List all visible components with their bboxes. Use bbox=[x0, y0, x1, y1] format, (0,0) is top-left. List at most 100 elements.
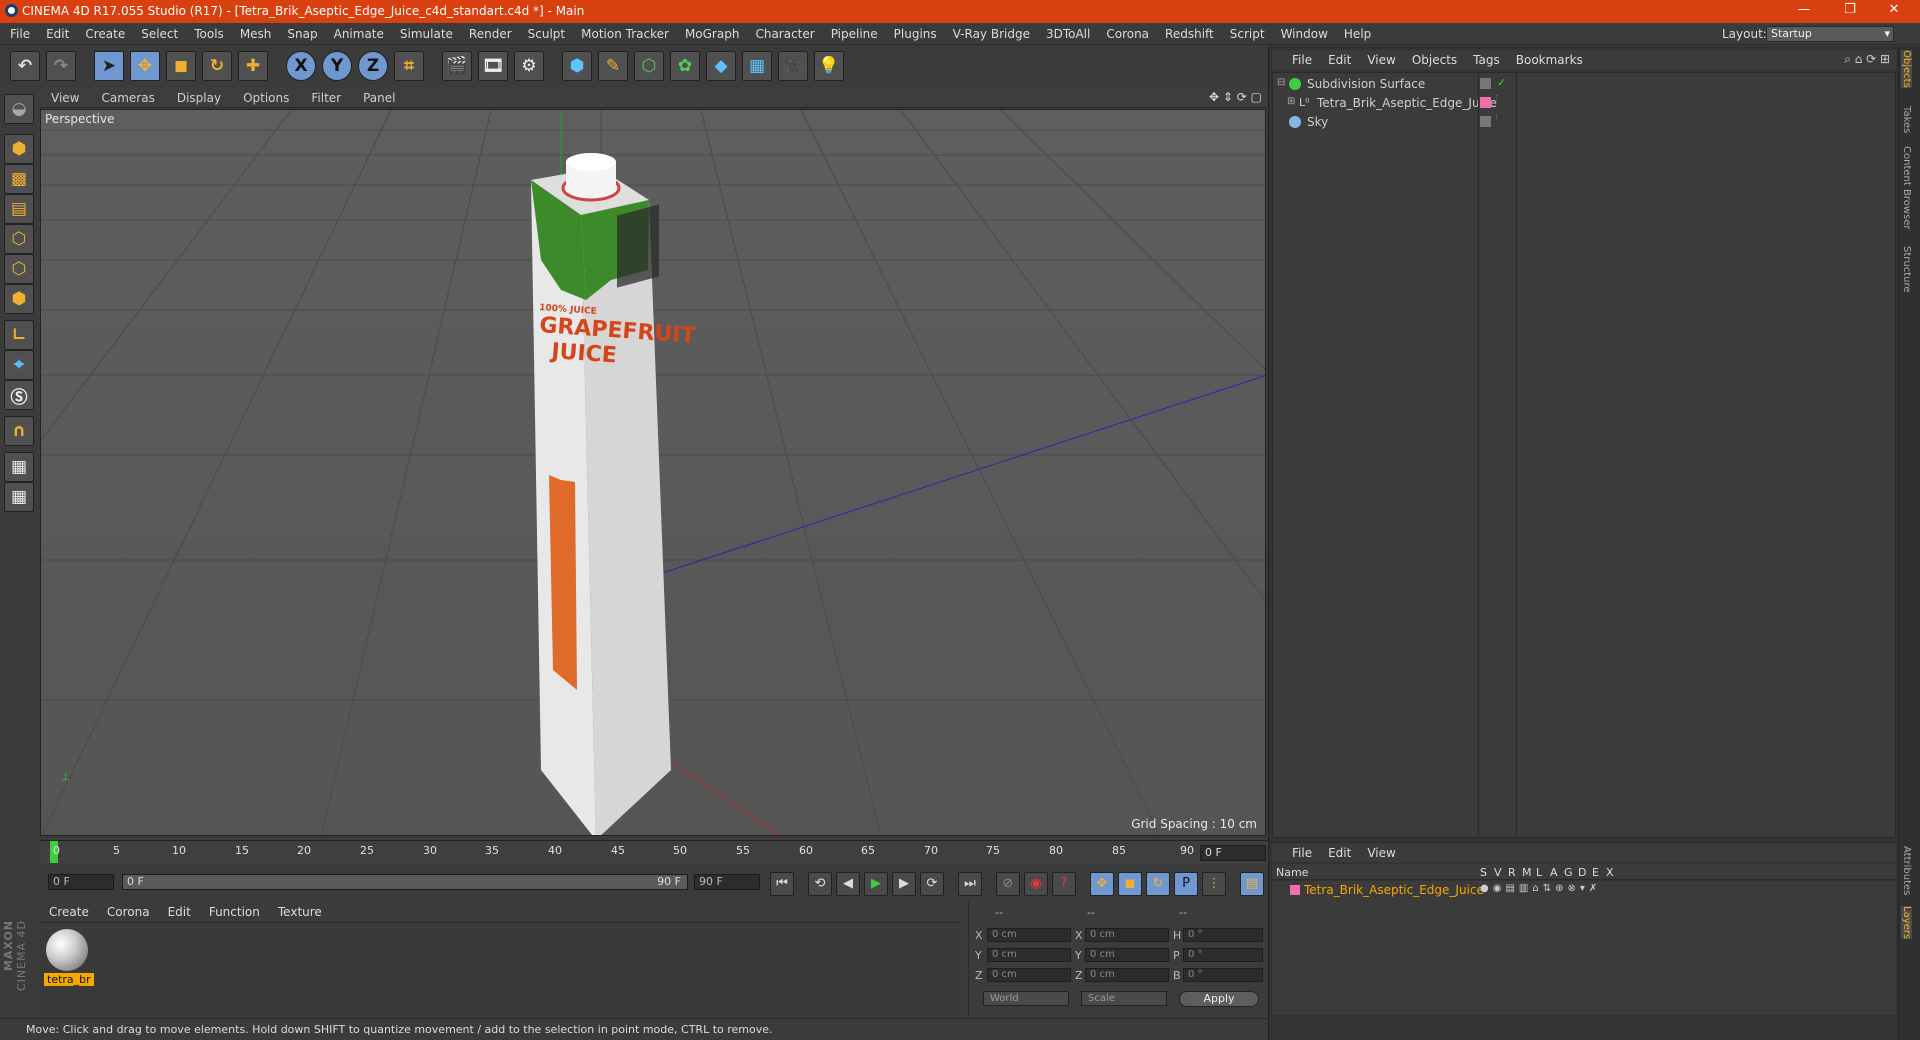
viewport-menu-options[interactable]: Options bbox=[232, 88, 300, 108]
move-tool-button[interactable]: ✥ bbox=[130, 51, 160, 81]
objects-menu-tags[interactable]: Tags bbox=[1465, 50, 1508, 70]
preview-range-slider[interactable]: 0 F 90 F bbox=[122, 874, 688, 890]
object-row[interactable]: ⊞ L⁰ Tetra_Brik_Aseptic_Edge_Juice ⁝ bbox=[1273, 94, 1895, 112]
coordinate-system-button[interactable]: ⌗ bbox=[394, 51, 424, 81]
minimize-button[interactable]: — bbox=[1784, 2, 1824, 17]
menu-script[interactable]: Script bbox=[1222, 23, 1273, 45]
tweak-mode-button[interactable]: ⌖ bbox=[4, 350, 34, 380]
render-picture-viewer-button[interactable]: 🎞 bbox=[478, 51, 508, 81]
close-button[interactable]: ✕ bbox=[1874, 2, 1914, 17]
objects-toolbar-icons[interactable]: ⌕ ⌂ ⟳ ⊞ bbox=[1844, 52, 1890, 67]
perspective-viewport[interactable]: 100% JUICE GRAPEFRUIT JUICE Perspective … bbox=[40, 109, 1266, 836]
next-frame-button[interactable]: ▶ bbox=[892, 872, 916, 896]
redo-button[interactable]: ↷ bbox=[46, 51, 76, 81]
viewport-menu-display[interactable]: Display bbox=[166, 88, 232, 108]
viewport-menu-filter[interactable]: Filter bbox=[300, 88, 352, 108]
collapse-icon[interactable]: ⊟ bbox=[1277, 77, 1285, 88]
camera-object-button[interactable]: 🎥 bbox=[778, 51, 808, 81]
key-scale-button[interactable]: ◼ bbox=[1118, 872, 1142, 896]
rot-p-field[interactable]: 0 ° bbox=[1183, 948, 1263, 962]
menu-select[interactable]: Select bbox=[133, 23, 186, 45]
menu-redshift[interactable]: Redshift bbox=[1157, 23, 1222, 45]
record-keys-button[interactable]: ⊘ bbox=[996, 872, 1020, 896]
key-position-button[interactable]: ✥ bbox=[1090, 872, 1114, 896]
viewport-nav-icons[interactable]: ✥ ⇕ ⟳ ▢ bbox=[1209, 90, 1262, 104]
workplane-mode-button[interactable]: ▤ bbox=[4, 194, 34, 224]
menu-pipeline[interactable]: Pipeline bbox=[823, 23, 886, 45]
menu-create[interactable]: Create bbox=[77, 23, 133, 45]
layer-color-icon[interactable] bbox=[1480, 97, 1491, 108]
world-dropdown[interactable]: World bbox=[983, 991, 1069, 1006]
viewport-menu-cameras[interactable]: Cameras bbox=[90, 88, 165, 108]
layer-col-r[interactable]: R bbox=[1508, 866, 1516, 879]
subdivision-surface-button[interactable]: ⬡ bbox=[634, 51, 664, 81]
layer-col-v[interactable]: V bbox=[1494, 866, 1502, 879]
menu-corona[interactable]: Corona bbox=[1098, 23, 1157, 45]
menu-file[interactable]: File bbox=[2, 23, 38, 45]
points-mode-button[interactable]: ⬡ bbox=[4, 224, 34, 254]
prev-key-button[interactable]: ⟲ bbox=[808, 872, 832, 896]
size-z-field[interactable]: 0 cm bbox=[1085, 968, 1169, 982]
menu-snap[interactable]: Snap bbox=[279, 23, 325, 45]
make-editable-button[interactable]: ◒ bbox=[4, 94, 34, 124]
size-x-field[interactable]: 0 cm bbox=[1085, 928, 1169, 942]
rotate-tool-button[interactable]: ↻ bbox=[202, 51, 232, 81]
material-menu-edit[interactable]: Edit bbox=[159, 901, 200, 923]
timeline-ruler[interactable]: 0 5 10 15 20 25 30 35 40 45 50 55 60 65 … bbox=[40, 840, 1268, 864]
layer-col-s[interactable]: S bbox=[1480, 866, 1487, 879]
objects-menu-edit[interactable]: Edit bbox=[1320, 50, 1359, 70]
y-axis-button[interactable]: Y bbox=[322, 51, 352, 81]
snap-button[interactable]: Ⓢ bbox=[4, 380, 34, 410]
cube-object-button[interactable]: ⬢ bbox=[562, 51, 592, 81]
enabled-check-icon[interactable]: ✓ bbox=[1497, 76, 1506, 89]
object-row[interactable]: ⊟ Subdivision Surface ✓ bbox=[1273, 75, 1895, 93]
render-settings-button[interactable]: ⚙ bbox=[514, 51, 544, 81]
column-divider[interactable] bbox=[1516, 72, 1517, 838]
material-name[interactable]: tetra_br bbox=[44, 973, 94, 986]
layers-menu-edit[interactable]: Edit bbox=[1320, 843, 1359, 863]
tab-structure[interactable]: Structure bbox=[1901, 246, 1912, 293]
menu-edit[interactable]: Edit bbox=[38, 23, 77, 45]
menu-render[interactable]: Render bbox=[461, 23, 520, 45]
layer-col-a[interactable]: A bbox=[1550, 866, 1558, 879]
object-name[interactable]: Sky bbox=[1307, 115, 1328, 129]
pos-y-field[interactable]: 0 cm bbox=[987, 948, 1071, 962]
scale-tool-button[interactable]: ◼ bbox=[166, 51, 196, 81]
key-point-level-button[interactable]: ⋮ bbox=[1202, 872, 1226, 896]
axis-mode-button[interactable]: ∟ bbox=[4, 320, 34, 350]
menu-3dtoall[interactable]: 3DToAll bbox=[1038, 23, 1098, 45]
z-axis-button[interactable]: Z bbox=[358, 51, 388, 81]
deformer-button[interactable]: ◆ bbox=[706, 51, 736, 81]
model-mode-button[interactable]: ⬢ bbox=[4, 134, 34, 164]
start-frame-field[interactable]: 0 F bbox=[48, 874, 114, 890]
apply-button[interactable]: Apply bbox=[1179, 991, 1259, 1007]
layer-color-swatch[interactable] bbox=[1290, 885, 1300, 895]
layer-row[interactable]: Tetra_Brik_Aseptic_Edge_Juice ●◉▤▥⌂⇅⊕⊗▾✗ bbox=[1272, 881, 1896, 899]
menu-tools[interactable]: Tools bbox=[186, 23, 232, 45]
layer-name[interactable]: Tetra_Brik_Aseptic_Edge_Juice bbox=[1304, 883, 1484, 897]
tab-objects[interactable]: Objects bbox=[1901, 50, 1912, 88]
object-name[interactable]: Tetra_Brik_Aseptic_Edge_Juice bbox=[1317, 96, 1497, 110]
material-menu-texture[interactable]: Texture bbox=[269, 901, 331, 923]
polygons-mode-button[interactable]: ⬢ bbox=[4, 284, 34, 314]
pos-x-field[interactable]: 0 cm bbox=[987, 928, 1071, 942]
editor-visibility-icon[interactable] bbox=[1480, 78, 1491, 89]
goto-start-button[interactable]: ⏮ bbox=[770, 872, 794, 896]
prev-frame-button[interactable]: ◀ bbox=[836, 872, 860, 896]
layer-col-l[interactable]: L bbox=[1536, 866, 1542, 879]
material-menu-function[interactable]: Function bbox=[200, 901, 269, 923]
viewport-menu-panel[interactable]: Panel bbox=[352, 88, 406, 108]
autokey-button[interactable]: ◉ bbox=[1024, 872, 1048, 896]
menu-window[interactable]: Window bbox=[1273, 23, 1336, 45]
loop-button[interactable]: ⟳ bbox=[920, 872, 944, 896]
layer-col-g[interactable]: G bbox=[1564, 866, 1573, 879]
tab-takes[interactable]: Takes bbox=[1901, 106, 1912, 133]
menu-animate[interactable]: Animate bbox=[326, 23, 392, 45]
tab-attributes[interactable]: Attributes bbox=[1901, 846, 1912, 895]
menu-vray-bridge[interactable]: V-Ray Bridge bbox=[945, 23, 1038, 45]
tab-content-browser[interactable]: Content Browser bbox=[1901, 146, 1912, 229]
layer-col-x[interactable]: X bbox=[1606, 866, 1614, 879]
undo-button[interactable]: ↶ bbox=[10, 51, 40, 81]
play-button[interactable]: ▶ bbox=[864, 872, 888, 896]
object-row[interactable]: Sky ⁝ bbox=[1273, 113, 1895, 131]
